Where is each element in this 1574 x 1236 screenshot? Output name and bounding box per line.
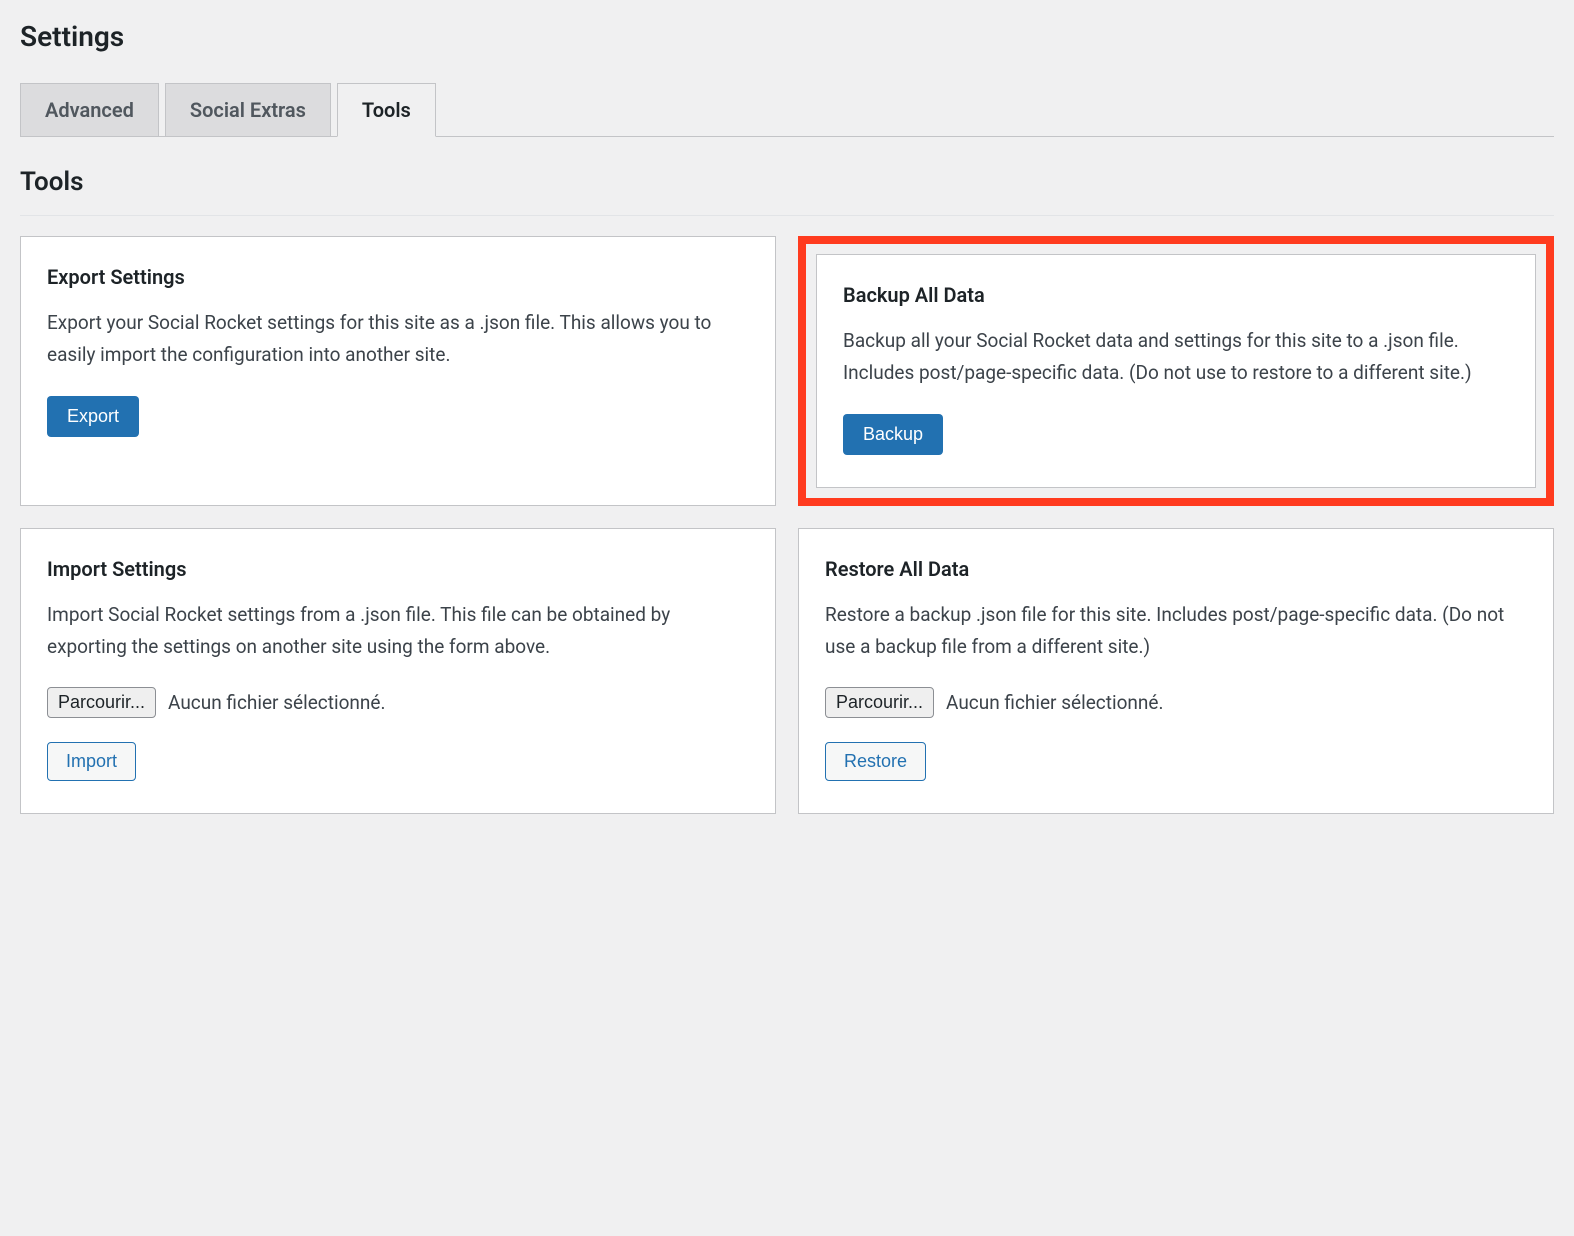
file-input-row: Parcourir... Aucun fichier sélectionné.: [47, 687, 749, 718]
export-button[interactable]: Export: [47, 396, 139, 437]
card-desc: Restore a backup .json file for this sit…: [825, 599, 1527, 664]
tab-social-extras[interactable]: Social Extras: [165, 83, 331, 136]
card-title: Import Settings: [47, 557, 749, 581]
browse-button[interactable]: Parcourir...: [47, 687, 156, 718]
cards-grid: Export Settings Export your Social Rocke…: [20, 236, 1554, 814]
section-title: Tools: [20, 167, 1554, 216]
browse-button[interactable]: Parcourir...: [825, 687, 934, 718]
page-title: Settings: [20, 20, 1554, 53]
card-restore-all-data: Restore All Data Restore a backup .json …: [798, 528, 1554, 815]
card-backup-all-data: Backup All Data Backup all your Social R…: [816, 254, 1536, 488]
restore-button[interactable]: Restore: [825, 742, 926, 781]
tab-tools[interactable]: Tools: [337, 83, 436, 137]
card-title: Restore All Data: [825, 557, 1527, 581]
file-status-text: Aucun fichier sélectionné.: [168, 691, 385, 714]
card-title: Export Settings: [47, 265, 749, 289]
card-desc: Import Social Rocket settings from a .js…: [47, 599, 749, 664]
import-button[interactable]: Import: [47, 742, 136, 781]
file-input-row: Parcourir... Aucun fichier sélectionné.: [825, 687, 1527, 718]
card-desc: Backup all your Social Rocket data and s…: [843, 325, 1509, 390]
card-backup-all-data-highlight: Backup All Data Backup all your Social R…: [798, 236, 1554, 506]
card-title: Backup All Data: [843, 283, 1509, 307]
tabs-row: Advanced Social Extras Tools: [20, 83, 1554, 137]
card-export-settings: Export Settings Export your Social Rocke…: [20, 236, 776, 506]
card-desc: Export your Social Rocket settings for t…: [47, 307, 749, 372]
backup-button[interactable]: Backup: [843, 414, 943, 455]
file-status-text: Aucun fichier sélectionné.: [946, 691, 1163, 714]
tab-advanced[interactable]: Advanced: [20, 83, 159, 136]
card-import-settings: Import Settings Import Social Rocket set…: [20, 528, 776, 815]
